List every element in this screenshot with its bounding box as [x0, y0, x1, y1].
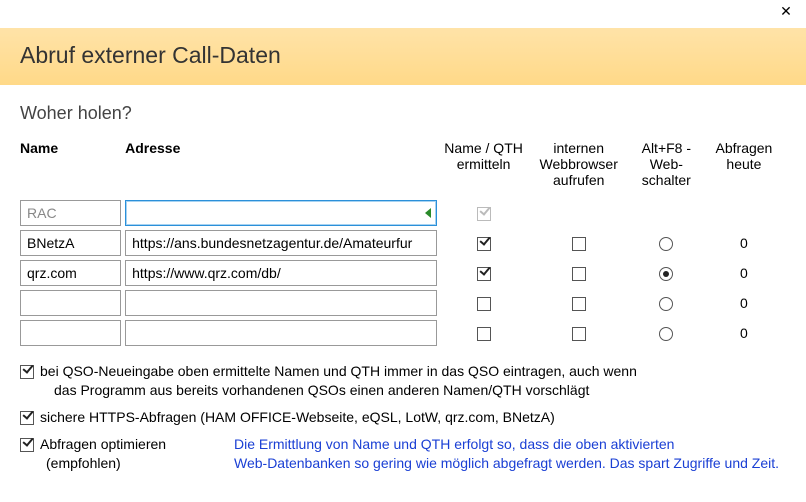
altf8-radio[interactable]: [659, 267, 673, 281]
col-header-nameqth: Name / QTH ermitteln: [441, 140, 531, 198]
dialog-title: Abruf externer Call-Daten: [20, 42, 786, 69]
table-row: 0: [20, 288, 786, 318]
nameqth-checkbox[interactable]: [477, 297, 491, 311]
altf8-radio[interactable]: [659, 237, 673, 251]
webbrowser-checkbox[interactable]: [572, 237, 586, 251]
option-optimize: Abfragen optimieren (empfohlen) Die Ermi…: [20, 435, 786, 473]
name-input[interactable]: [20, 230, 121, 256]
close-button[interactable]: ✕: [766, 0, 806, 24]
webbrowser-checkbox[interactable]: [572, 327, 586, 341]
dropdown-arrow-icon[interactable]: [425, 208, 431, 218]
queries-today-value: 0: [706, 228, 786, 258]
webbrowser-checkbox[interactable]: [572, 297, 586, 311]
options-section: bei QSO-Neueingabe oben ermittelte Namen…: [20, 362, 786, 473]
col-header-altf8: Alt+F8 - Web-schalter: [631, 140, 706, 198]
queries-today-value: 0: [706, 318, 786, 348]
address-input[interactable]: [125, 260, 436, 286]
address-input[interactable]: [125, 230, 436, 256]
option-optimize-label: Abfragen optimieren (empfohlen): [40, 435, 166, 473]
queries-today-value: 0: [706, 258, 786, 288]
col-header-address: Adresse: [125, 140, 440, 198]
option-auto-insert-label: bei QSO-Neueingabe oben ermittelte Namen…: [40, 362, 637, 400]
col-header-name: Name: [20, 140, 125, 198]
name-input: [20, 200, 121, 226]
webbrowser-checkbox[interactable]: [572, 267, 586, 281]
altf8-radio[interactable]: [659, 297, 673, 311]
altf8-radio[interactable]: [659, 327, 673, 341]
option-optimize-help: Die Ermittlung von Name und QTH erfolgt …: [234, 435, 779, 473]
option-optimize-checkbox[interactable]: [20, 438, 34, 452]
option-auto-insert: bei QSO-Neueingabe oben ermittelte Namen…: [20, 362, 786, 400]
sources-table: Name Adresse Name / QTH ermitteln intern…: [20, 140, 786, 348]
dialog-header: Abruf externer Call-Daten: [0, 28, 806, 85]
table-row: 0: [20, 228, 786, 258]
col-header-today: Abfragen heute: [706, 140, 786, 198]
titlebar: ✕: [0, 0, 806, 28]
option-https-label: sichere HTTPS-Abfragen (HAM OFFICE-Webse…: [40, 408, 555, 427]
section-title: Woher holen?: [20, 103, 786, 124]
table-row: [20, 198, 786, 228]
nameqth-checkbox[interactable]: [477, 237, 491, 251]
queries-today-value: [706, 198, 786, 228]
queries-today-value: 0: [706, 288, 786, 318]
address-input[interactable]: [125, 320, 436, 346]
nameqth-checkbox[interactable]: [477, 267, 491, 281]
option-https: sichere HTTPS-Abfragen (HAM OFFICE-Webse…: [20, 408, 786, 427]
col-header-webbrowser: internen Webbrowser aufrufen: [531, 140, 631, 198]
table-row: 0: [20, 258, 786, 288]
table-row: 0: [20, 318, 786, 348]
dialog-content: Woher holen? Name Adresse Name / QTH erm…: [0, 85, 806, 473]
address-input[interactable]: [125, 290, 436, 316]
address-input[interactable]: [125, 200, 436, 226]
option-https-checkbox[interactable]: [20, 411, 34, 425]
nameqth-checkbox[interactable]: [477, 327, 491, 341]
option-auto-insert-checkbox[interactable]: [20, 365, 34, 379]
nameqth-checkbox: [477, 207, 491, 221]
name-input[interactable]: [20, 320, 121, 346]
name-input[interactable]: [20, 290, 121, 316]
name-input[interactable]: [20, 260, 121, 286]
